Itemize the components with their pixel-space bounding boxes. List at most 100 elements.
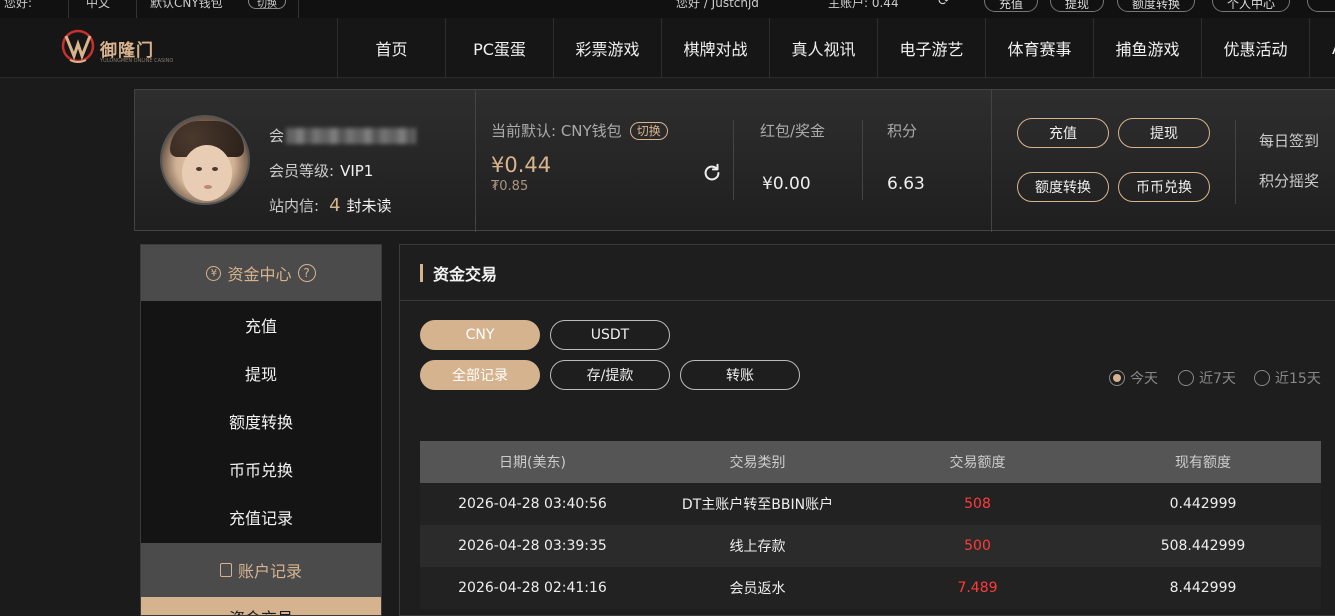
range-label: 今天 — [1130, 371, 1158, 387]
deposit-button[interactable]: 充值 — [1017, 118, 1109, 148]
column-type: 交易类别 — [645, 441, 870, 483]
type-tab-transfer[interactable]: 转账 — [680, 360, 800, 390]
top-transfer-button[interactable]: 额度转换 — [1117, 0, 1196, 12]
dragon-logo-icon — [61, 29, 95, 63]
main-navigation: 御隆门 YULONGMEN ONLINE CASINO 首页 PC蛋蛋 彩票游戏… — [0, 18, 1335, 78]
document-icon — [219, 563, 232, 577]
range-15-days[interactable]: 近15天 — [1254, 368, 1321, 388]
table-header-row: 日期(美东) 交易类别 交易额度 现有额度 — [420, 441, 1321, 483]
nav-item-slots[interactable]: 电子游艺 — [877, 18, 985, 78]
help-icon[interactable]: ? — [297, 264, 316, 282]
cell-balance: 508.442999 — [1085, 525, 1321, 567]
nav-item-home[interactable]: 首页 — [337, 18, 445, 78]
daily-checkin-link[interactable]: 每日签到 — [1259, 130, 1319, 151]
nav-item-fishing[interactable]: 捕鱼游戏 — [1093, 18, 1201, 78]
avatar-face — [182, 145, 232, 201]
type-tab-all[interactable]: 全部记录 — [420, 360, 540, 390]
cell-type: DT主账户转至BBIN账户 — [645, 483, 870, 525]
nav-item-more[interactable]: A — [1309, 18, 1335, 78]
fund-transactions-panel: 资金交易 CNY USDT 全部记录 存/提款 转账 今天 近7天 近15天 日… — [399, 244, 1335, 616]
member-name-blurred — [286, 127, 417, 144]
cell-amount: 500 — [870, 525, 1085, 567]
greeting-label: 您好: — [4, 0, 33, 10]
transfer-button[interactable]: 额度转换 — [1017, 172, 1109, 202]
top-withdraw-button[interactable]: 提现 — [1050, 0, 1105, 12]
radio-icon — [1178, 370, 1194, 386]
brand-tagline: YULONGMEN ONLINE CASINO — [100, 58, 174, 64]
sidebar-section-funds: ¥ 资金中心 ? — [141, 245, 381, 301]
avatar[interactable] — [160, 115, 250, 205]
range-today[interactable]: 今天 — [1109, 368, 1158, 388]
nav-item-pc-eggs[interactable]: PC蛋蛋 — [445, 18, 553, 78]
wallet-summary: 当前默认: CNY钱包 切换 ¥0.44 ₮0.85 — [491, 120, 721, 194]
default-wallet-label: 默认CNY钱包 — [150, 0, 223, 10]
sidebar-item-deposit[interactable]: 充值 — [141, 301, 381, 349]
nav-item-promotions[interactable]: 优惠活动 — [1201, 18, 1309, 78]
cell-date: 2026-04-28 02:41:16 — [420, 567, 645, 609]
radio-icon — [1109, 370, 1125, 386]
bonus-value: ¥0.00 — [762, 174, 811, 194]
type-tab-deposit-withdraw[interactable]: 存/提款 — [550, 360, 670, 390]
cell-amount: 508 — [870, 483, 1085, 525]
language-selector[interactable]: 中文 — [86, 0, 110, 11]
points-label: 积分 — [887, 122, 918, 140]
account-sidebar: ¥ 资金中心 ? 充值 提现 额度转换 币币兑换 充值记录 账户记录 资金交易 — [140, 244, 382, 616]
sidebar-item-withdraw[interactable]: 提现 — [141, 349, 381, 397]
cell-date: 2026-04-28 03:39:35 — [420, 525, 645, 567]
sidebar-item-transfer[interactable]: 额度转换 — [141, 397, 381, 445]
cell-type: 会员返水 — [645, 567, 870, 609]
top-extra-button[interactable] — [1307, 0, 1335, 12]
cell-type: 线上存款 — [645, 525, 870, 567]
table-row: 2026-04-28 03:40:56 DT主账户转至BBIN账户 508 0.… — [420, 483, 1321, 525]
column-amount: 交易额度 — [870, 441, 1085, 483]
cell-balance: 8.442999 — [1085, 567, 1321, 609]
panel-header: 资金交易 — [400, 245, 1335, 301]
sidebar-item-deposit-records[interactable]: 充值记录 — [141, 493, 381, 541]
divider — [991, 90, 992, 232]
currency-tab-usdt[interactable]: USDT — [550, 320, 670, 350]
inbox-count[interactable]: 4 — [329, 195, 340, 216]
currency-tab-cny[interactable]: CNY — [420, 320, 540, 350]
sidebar-section-title: 资金中心 — [227, 265, 292, 284]
top-profile-button[interactable]: 个人中心 — [1212, 0, 1291, 12]
points-lottery-link[interactable]: 积分摇奖 — [1259, 170, 1319, 191]
table-row: 2026-04-28 03:39:35 线上存款 500 508.442999 — [420, 525, 1321, 567]
divider — [733, 120, 734, 200]
nav-item-live-casino[interactable]: 真人视讯 — [769, 18, 877, 78]
range-label: 近7天 — [1199, 371, 1236, 387]
divider — [136, 0, 137, 18]
top-deposit-button[interactable]: 充值 — [984, 0, 1039, 12]
divider — [475, 90, 476, 232]
divider — [68, 0, 69, 18]
cell-amount: 7.489 — [870, 567, 1085, 609]
inbox-suffix[interactable]: 封未读 — [347, 195, 392, 216]
nav-item-sports[interactable]: 体育赛事 — [985, 18, 1093, 78]
bonus-label: 红包/奖金 — [760, 122, 826, 140]
radio-icon — [1254, 370, 1270, 386]
points-value: 6.63 — [887, 174, 925, 194]
wallet-switch-button[interactable]: 切换 — [629, 121, 668, 140]
nav-item-card-games[interactable]: 棋牌对战 — [661, 18, 769, 78]
sidebar-item-coin-exchange[interactable]: 币币兑换 — [141, 445, 381, 493]
accent-bar — [420, 263, 423, 282]
yuan-icon: ¥ — [206, 265, 222, 281]
nav-item-lottery[interactable]: 彩票游戏 — [553, 18, 661, 78]
top-utility-bar: 您好: 中文 默认CNY钱包 切换 您好 / Justcnjd 主账户: 0.4… — [0, 0, 1335, 18]
sidebar-item-fund-transactions[interactable]: 资金交易 — [141, 597, 381, 615]
page-title: 资金交易 — [433, 264, 498, 284]
avatar-eye — [212, 167, 218, 171]
refresh-icon[interactable] — [701, 162, 723, 184]
user-info: 会 会员等级: VIP1 站内信: 4 封未读 — [269, 118, 417, 223]
member-level-label: 会员等级: — [269, 162, 335, 180]
column-balance: 现有额度 — [1085, 441, 1321, 483]
sidebar-section-records: 账户记录 — [141, 543, 381, 597]
member-level-value: VIP1 — [340, 161, 374, 180]
refresh-icon[interactable]: ⟳ — [938, 0, 950, 9]
wallet-sub-amount: ₮0.85 — [491, 179, 529, 194]
range-label: 近15天 — [1275, 371, 1321, 387]
brand-logo[interactable]: 御隆门 YULONGMEN ONLINE CASINO — [60, 26, 173, 70]
range-7-days[interactable]: 近7天 — [1178, 368, 1236, 388]
coin-exchange-button[interactable]: 币币兑换 — [1118, 172, 1210, 202]
withdraw-button[interactable]: 提现 — [1118, 118, 1210, 148]
wallet-switch-button[interactable]: 切换 — [248, 0, 286, 10]
